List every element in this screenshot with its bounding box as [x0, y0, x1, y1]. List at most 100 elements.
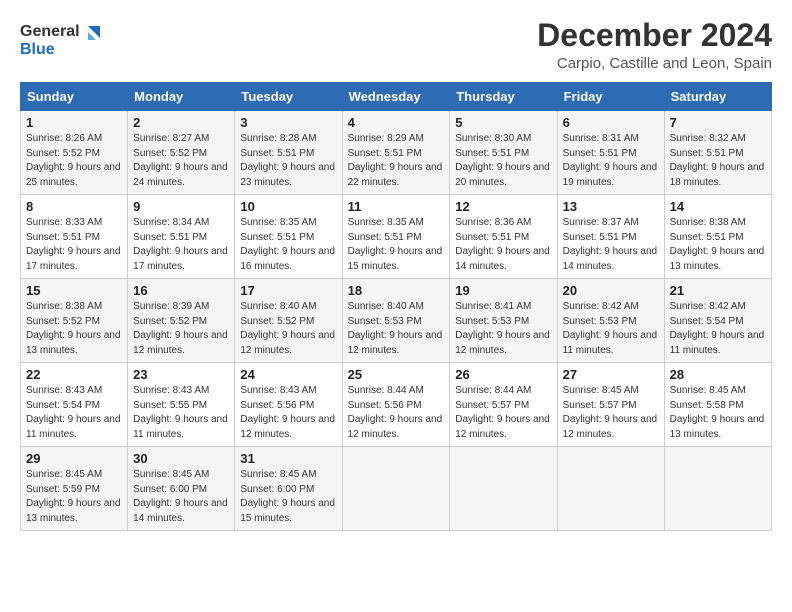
- svg-text:General: General: [20, 23, 80, 40]
- week-row-2: 8 Sunrise: 8:33 AMSunset: 5:51 PMDaylight…: [21, 195, 772, 279]
- calendar-cell: 25 Sunrise: 8:44 AMSunset: 5:56 PMDayligh…: [342, 363, 450, 447]
- location-title: Carpio, Castille and Leon, Spain: [537, 55, 772, 72]
- day-detail: Sunrise: 8:45 AMSunset: 6:00 PMDaylight:…: [240, 469, 335, 524]
- day-detail: Sunrise: 8:44 AMSunset: 5:56 PMDaylight:…: [348, 385, 443, 440]
- day-detail: Sunrise: 8:30 AMSunset: 5:51 PMDaylight:…: [455, 133, 550, 188]
- day-detail: Sunrise: 8:42 AMSunset: 5:53 PMDaylight:…: [563, 301, 658, 356]
- calendar-cell: 10 Sunrise: 8:35 AMSunset: 5:51 PMDayligh…: [235, 195, 342, 279]
- calendar-cell: 24Sunrise: 8:43 AMSunset: 5:56 PMDayligh…: [235, 363, 342, 447]
- day-detail: Sunrise: 8:28 AMSunset: 5:51 PMDaylight:…: [240, 133, 335, 188]
- day-detail: Sunrise: 8:45 AMSunset: 5:58 PMDaylight:…: [670, 385, 765, 440]
- day-detail: Sunrise: 8:38 AMSunset: 5:52 PMDaylight:…: [26, 301, 121, 356]
- day-detail: Sunrise: 8:45 AMSunset: 5:57 PMDaylight:…: [563, 385, 658, 440]
- calendar-cell: [664, 447, 771, 531]
- calendar-cell: [342, 447, 450, 531]
- day-number: 29: [26, 451, 122, 466]
- day-detail: Sunrise: 8:35 AMSunset: 5:51 PMDaylight:…: [348, 217, 443, 272]
- calendar-cell: 6Sunrise: 8:31 AMSunset: 5:51 PMDaylight…: [557, 111, 664, 195]
- week-row-5: 29 Sunrise: 8:45 AMSunset: 5:59 PMDayligh…: [21, 447, 772, 531]
- day-detail: Sunrise: 8:40 AMSunset: 5:53 PMDaylight:…: [348, 301, 443, 356]
- calendar-cell: 2 Sunrise: 8:27 AMSunset: 5:52 PMDaylight…: [128, 111, 235, 195]
- day-number: 7: [670, 115, 766, 130]
- day-detail: Sunrise: 8:45 AMSunset: 6:00 PMDaylight:…: [133, 469, 228, 524]
- day-detail: Sunrise: 8:32 AMSunset: 5:51 PMDaylight:…: [670, 133, 765, 188]
- day-number: 12: [455, 199, 551, 214]
- calendar-cell: 19Sunrise: 8:41 AMSunset: 5:53 PMDayligh…: [450, 279, 557, 363]
- day-number: 9: [133, 199, 229, 214]
- day-detail: Sunrise: 8:29 AMSunset: 5:51 PMDaylight:…: [348, 133, 443, 188]
- day-number: 17: [240, 283, 336, 298]
- calendar-cell: [557, 447, 664, 531]
- day-detail: Sunrise: 8:38 AMSunset: 5:51 PMDaylight:…: [670, 217, 765, 272]
- day-number: 13: [563, 199, 659, 214]
- calendar-cell: 14 Sunrise: 8:38 AMSunset: 5:51 PMDayligh…: [664, 195, 771, 279]
- day-number: 15: [26, 283, 122, 298]
- th-friday: Friday: [557, 83, 664, 111]
- day-number: 10: [240, 199, 336, 214]
- calendar-cell: 7 Sunrise: 8:32 AMSunset: 5:51 PMDaylight…: [664, 111, 771, 195]
- th-monday: Monday: [128, 83, 235, 111]
- calendar-cell: 21 Sunrise: 8:42 AMSunset: 5:54 PMDayligh…: [664, 279, 771, 363]
- calendar-cell: 13 Sunrise: 8:37 AMSunset: 5:51 PMDayligh…: [557, 195, 664, 279]
- day-number: 16: [133, 283, 229, 298]
- day-number: 20: [563, 283, 659, 298]
- calendar-cell: 8 Sunrise: 8:33 AMSunset: 5:51 PMDaylight…: [21, 195, 128, 279]
- calendar-cell: 3 Sunrise: 8:28 AMSunset: 5:51 PMDaylight…: [235, 111, 342, 195]
- day-number: 30: [133, 451, 229, 466]
- calendar-cell: 15 Sunrise: 8:38 AMSunset: 5:52 PMDayligh…: [21, 279, 128, 363]
- day-number: 3: [240, 115, 336, 130]
- day-detail: Sunrise: 8:26 AMSunset: 5:52 PMDaylight:…: [26, 133, 121, 188]
- day-number: 19: [455, 283, 551, 298]
- day-detail: Sunrise: 8:37 AMSunset: 5:51 PMDaylight:…: [563, 217, 658, 272]
- day-number: 11: [348, 199, 445, 214]
- day-number: 22: [26, 367, 122, 382]
- day-number: 27: [563, 367, 659, 382]
- day-number: 25: [348, 367, 445, 382]
- logo-icon: General Blue: [20, 18, 100, 62]
- th-tuesday: Tuesday: [235, 83, 342, 111]
- calendar-cell: 29 Sunrise: 8:45 AMSunset: 5:59 PMDayligh…: [21, 447, 128, 531]
- calendar-cell: 18 Sunrise: 8:40 AMSunset: 5:53 PMDayligh…: [342, 279, 450, 363]
- day-number: 18: [348, 283, 445, 298]
- day-detail: Sunrise: 8:39 AMSunset: 5:52 PMDaylight:…: [133, 301, 228, 356]
- calendar-cell: 4 Sunrise: 8:29 AMSunset: 5:51 PMDaylight…: [342, 111, 450, 195]
- day-detail: Sunrise: 8:34 AMSunset: 5:51 PMDaylight:…: [133, 217, 228, 272]
- day-detail: Sunrise: 8:27 AMSunset: 5:52 PMDaylight:…: [133, 133, 228, 188]
- week-row-4: 22 Sunrise: 8:43 AMSunset: 5:54 PMDayligh…: [21, 363, 772, 447]
- day-number: 2: [133, 115, 229, 130]
- th-sunday: Sunday: [21, 83, 128, 111]
- day-number: 1: [26, 115, 122, 130]
- day-detail: Sunrise: 8:45 AMSunset: 5:59 PMDaylight:…: [26, 469, 121, 524]
- day-number: 5: [455, 115, 551, 130]
- header-row: Sunday Monday Tuesday Wednesday Thursday…: [21, 83, 772, 111]
- th-thursday: Thursday: [450, 83, 557, 111]
- day-detail: Sunrise: 8:43 AMSunset: 5:54 PMDaylight:…: [26, 385, 121, 440]
- calendar-cell: 12 Sunrise: 8:36 AMSunset: 5:51 PMDayligh…: [450, 195, 557, 279]
- day-number: 8: [26, 199, 122, 214]
- day-detail: Sunrise: 8:35 AMSunset: 5:51 PMDaylight:…: [240, 217, 335, 272]
- th-wednesday: Wednesday: [342, 83, 450, 111]
- day-detail: Sunrise: 8:36 AMSunset: 5:51 PMDaylight:…: [455, 217, 550, 272]
- week-row-3: 15 Sunrise: 8:38 AMSunset: 5:52 PMDayligh…: [21, 279, 772, 363]
- day-detail: Sunrise: 8:42 AMSunset: 5:54 PMDaylight:…: [670, 301, 765, 356]
- calendar-cell: 27 Sunrise: 8:45 AMSunset: 5:57 PMDayligh…: [557, 363, 664, 447]
- day-detail: Sunrise: 8:43 AMSunset: 5:56 PMDaylight:…: [240, 385, 335, 440]
- month-title: December 2024: [537, 18, 772, 53]
- calendar-cell: 17 Sunrise: 8:40 AMSunset: 5:52 PMDayligh…: [235, 279, 342, 363]
- calendar-cell: 31Sunrise: 8:45 AMSunset: 6:00 PMDayligh…: [235, 447, 342, 531]
- calendar-table: Sunday Monday Tuesday Wednesday Thursday…: [20, 82, 772, 531]
- calendar-cell: 22 Sunrise: 8:43 AMSunset: 5:54 PMDayligh…: [21, 363, 128, 447]
- day-detail: Sunrise: 8:44 AMSunset: 5:57 PMDaylight:…: [455, 385, 550, 440]
- day-detail: Sunrise: 8:40 AMSunset: 5:52 PMDaylight:…: [240, 301, 335, 356]
- week-row-1: 1 Sunrise: 8:26 AMSunset: 5:52 PMDaylight…: [21, 111, 772, 195]
- title-block: December 2024 Carpio, Castille and Leon,…: [537, 18, 772, 72]
- calendar-cell: 16 Sunrise: 8:39 AMSunset: 5:52 PMDayligh…: [128, 279, 235, 363]
- calendar-cell: 9 Sunrise: 8:34 AMSunset: 5:51 PMDaylight…: [128, 195, 235, 279]
- calendar-cell: 30 Sunrise: 8:45 AMSunset: 6:00 PMDayligh…: [128, 447, 235, 531]
- svg-text:Blue: Blue: [20, 41, 55, 58]
- day-detail: Sunrise: 8:33 AMSunset: 5:51 PMDaylight:…: [26, 217, 121, 272]
- day-number: 14: [670, 199, 766, 214]
- day-number: 21: [670, 283, 766, 298]
- day-number: 4: [348, 115, 445, 130]
- day-detail: Sunrise: 8:31 AMSunset: 5:51 PMDaylight:…: [563, 133, 658, 188]
